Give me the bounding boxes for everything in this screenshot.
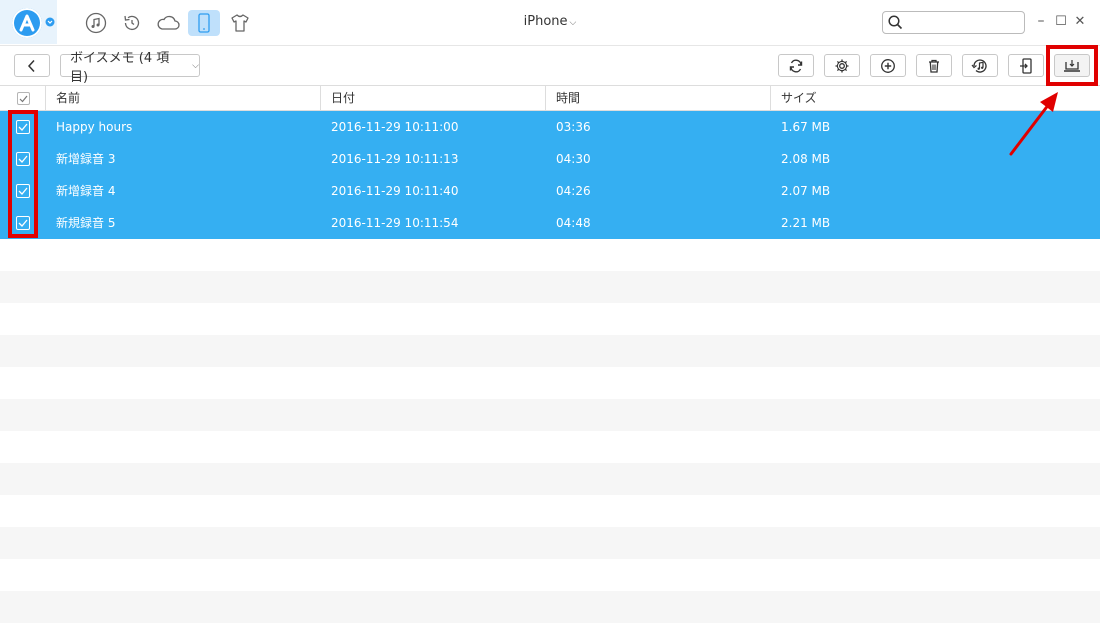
search-icon: [888, 15, 903, 30]
empty-row: [0, 271, 1100, 303]
table-row[interactable]: Happy hours 2016-11-29 10:11:00 03:36 1.…: [0, 111, 1100, 143]
refresh-icon: [789, 59, 803, 72]
row-size: 1.67 MB: [781, 120, 831, 134]
device-name: iPhone: [523, 14, 568, 29]
row-name: Happy hours: [56, 120, 133, 134]
empty-row: [0, 431, 1100, 463]
select-all-checkbox[interactable]: [17, 92, 30, 105]
row-date: 2016-11-29 10:11:00: [331, 120, 459, 134]
cloud-icon[interactable]: [154, 11, 182, 35]
to-device-icon: [1020, 57, 1032, 74]
empty-row: [0, 303, 1100, 335]
empty-row: [0, 463, 1100, 495]
delete-button[interactable]: [916, 54, 952, 77]
to-itunes-button[interactable]: [962, 54, 998, 77]
add-icon: [881, 58, 895, 73]
row-name: 新增録音 3: [56, 152, 116, 166]
row-date: 2016-11-29 10:11:54: [331, 216, 459, 230]
empty-row: [0, 399, 1100, 431]
empty-row: [0, 367, 1100, 399]
table-row[interactable]: 新規録音 5 2016-11-29 10:11:54 04:48 2.21 MB: [0, 207, 1100, 239]
music-icon[interactable]: [84, 11, 108, 35]
toolbar: ボイスメモ (4 項目) ⌵: [0, 46, 1100, 86]
title-bar: iPhone ⌵ – ☐ ✕: [0, 0, 1100, 46]
add-button[interactable]: [870, 54, 906, 77]
close-button[interactable]: ✕: [1073, 14, 1087, 29]
row-date: 2016-11-29 10:11:13: [331, 152, 459, 166]
column-header-date[interactable]: 日付: [320, 86, 545, 111]
search-box[interactable]: [882, 11, 1025, 34]
empty-row: [0, 591, 1100, 623]
column-header-time[interactable]: 時間: [545, 86, 770, 111]
itunes-icon: [971, 58, 987, 73]
phone-icon[interactable]: [188, 10, 220, 36]
app-logo-area[interactable]: [0, 0, 57, 44]
chevron-down-icon: ⌵: [192, 60, 199, 71]
row-time: 03:36: [556, 120, 591, 134]
to-device-button[interactable]: [1008, 54, 1044, 77]
empty-row: [0, 623, 1100, 640]
app-logo-icon[interactable]: [12, 8, 42, 38]
settings-button[interactable]: [824, 54, 860, 77]
empty-row: [0, 527, 1100, 559]
chevron-down-icon: ⌵: [569, 18, 577, 28]
refresh-button[interactable]: [778, 54, 814, 77]
restore-icon[interactable]: [120, 11, 144, 35]
row-size: 2.07 MB: [781, 184, 831, 198]
back-button[interactable]: [14, 54, 50, 77]
category-dropdown[interactable]: ボイスメモ (4 項目) ⌵: [60, 51, 200, 85]
settings-icon: [835, 59, 849, 72]
table-row[interactable]: 新增録音 4 2016-11-29 10:11:40 04:26 2.07 MB: [0, 175, 1100, 207]
checkbox-highlight-box: [8, 110, 38, 238]
row-name: 新規録音 5: [56, 216, 116, 230]
table-row[interactable]: 新增録音 3 2016-11-29 10:11:13 04:30 2.08 MB: [0, 143, 1100, 175]
trash-icon: [929, 59, 939, 73]
chevron-down-icon[interactable]: [45, 17, 55, 27]
column-header-name[interactable]: 名前: [45, 86, 320, 111]
annotation-arrow-icon: [1009, 92, 1058, 156]
search-input[interactable]: [907, 14, 1019, 31]
tshirt-icon[interactable]: [228, 11, 252, 35]
row-time: 04:30: [556, 152, 591, 166]
row-time: 04:26: [556, 184, 591, 198]
row-name: 新增録音 4: [56, 184, 116, 198]
device-selector[interactable]: iPhone ⌵: [500, 14, 600, 29]
chevron-left-icon: [27, 59, 35, 72]
empty-row: [0, 495, 1100, 527]
row-time: 04:48: [556, 216, 591, 230]
row-size: 2.21 MB: [781, 216, 831, 230]
row-date: 2016-11-29 10:11:40: [331, 184, 459, 198]
check-icon: [19, 95, 28, 102]
minimize-button[interactable]: –: [1034, 13, 1048, 29]
table-header: 名前 日付 時間 サイズ: [0, 86, 1100, 111]
empty-row: [0, 559, 1100, 591]
empty-row: [0, 239, 1100, 271]
export-highlight-box: [1046, 45, 1098, 86]
maximize-button[interactable]: ☐: [1054, 14, 1068, 29]
row-size: 2.08 MB: [781, 152, 831, 166]
category-label: ボイスメモ (4 項目): [70, 50, 170, 85]
empty-row: [0, 335, 1100, 367]
